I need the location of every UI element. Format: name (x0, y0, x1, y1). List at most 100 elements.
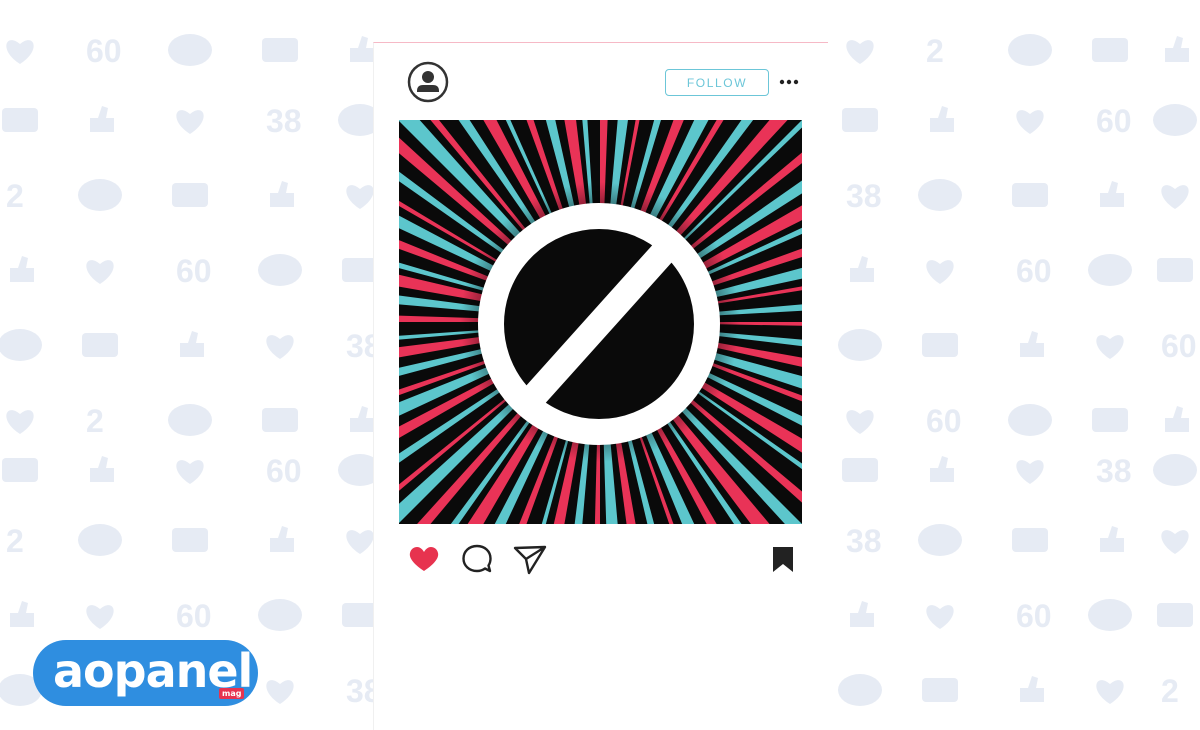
bg-heart-icon (1161, 530, 1189, 554)
bg-comment-icon (258, 254, 302, 286)
bg-thumb-icon (10, 601, 34, 627)
bg-thumb-icon (270, 526, 294, 552)
bg-heart-icon (176, 460, 204, 484)
bg-like-box-icon (1157, 258, 1193, 282)
follow-button[interactable]: FOLLOW (665, 69, 769, 96)
bg-like-box-icon (922, 333, 958, 357)
bg-heart-icon (1161, 185, 1189, 209)
post-header: FOLLOW (374, 43, 828, 121)
bg-heart-icon (346, 530, 374, 554)
bg-comment-icon (1153, 454, 1197, 486)
heart-icon[interactable] (407, 542, 441, 576)
bg-thumb-icon (350, 406, 374, 432)
prohibited-sign-icon (478, 203, 720, 445)
bg-comment-icon (1008, 34, 1052, 66)
bg-count: 60 (1096, 103, 1132, 139)
bg-like-box-icon (1157, 603, 1193, 627)
bg-thumb-icon (1165, 406, 1189, 432)
bg-thumb-icon (1100, 181, 1124, 207)
bg-like-box-icon (262, 408, 298, 432)
bg-heart-icon (846, 410, 874, 434)
bg-comment-icon (918, 524, 962, 556)
bg-comment-icon (1088, 599, 1132, 631)
send-icon[interactable] (512, 542, 547, 576)
bg-thumb-icon (930, 456, 954, 482)
user-avatar-icon[interactable] (407, 61, 449, 103)
bg-like-box-icon (172, 528, 208, 552)
bg-heart-icon (1096, 680, 1124, 704)
bg-like-box-icon (1012, 528, 1048, 552)
bg-like-box-icon (1092, 408, 1128, 432)
action-bar (374, 538, 828, 578)
bg-comment-icon (918, 179, 962, 211)
bg-thumb-icon (350, 36, 374, 62)
bg-thumb-icon (180, 331, 204, 357)
bg-like-box-icon (172, 183, 208, 207)
bg-thumb-icon (850, 601, 874, 627)
bg-like-box-icon (842, 108, 878, 132)
bg-heart-icon (176, 110, 204, 134)
bg-count: 60 (1016, 253, 1052, 289)
bg-thumb-icon (270, 181, 294, 207)
bg-count: 60 (926, 403, 962, 439)
bg-count: 2 (926, 33, 944, 69)
bg-comment-icon (78, 179, 122, 211)
bg-thumb-icon (10, 256, 34, 282)
comment-icon[interactable] (460, 542, 494, 576)
bg-thumb-icon (1165, 36, 1189, 62)
post-image[interactable] (399, 120, 802, 524)
bg-comment-icon (1008, 404, 1052, 436)
bg-count: 38 (846, 523, 882, 559)
bg-comment-icon (1153, 104, 1197, 136)
bg-count: 60 (1016, 598, 1052, 634)
bg-like-box-icon (2, 108, 38, 132)
bg-comment-icon (838, 329, 882, 361)
bg-thumb-icon (90, 456, 114, 482)
bg-heart-icon (1016, 110, 1044, 134)
bg-heart-icon (86, 605, 114, 629)
bg-count: 60 (86, 33, 122, 69)
bg-like-box-icon (1012, 183, 1048, 207)
bg-count: 2 (86, 403, 104, 439)
bg-heart-icon (1016, 460, 1044, 484)
bg-like-box-icon (262, 38, 298, 62)
bg-heart-icon (266, 335, 294, 359)
bg-like-box-icon (922, 678, 958, 702)
bg-count: 38 (1096, 453, 1132, 489)
bg-heart-icon (6, 40, 34, 64)
bg-like-box-icon (1092, 38, 1128, 62)
bg-comment-icon (258, 599, 302, 631)
bg-count: 60 (266, 453, 302, 489)
bg-count: 38 (266, 103, 302, 139)
bg-thumb-icon (850, 256, 874, 282)
bg-thumb-icon (1100, 526, 1124, 552)
bg-comment-icon (1088, 254, 1132, 286)
bg-thumb-icon (930, 106, 954, 132)
bg-thumb-icon (1020, 331, 1044, 357)
more-dots-icon[interactable] (779, 74, 799, 90)
bg-heart-icon (846, 40, 874, 64)
bg-comment-icon (838, 674, 882, 706)
bookmark-icon[interactable] (766, 542, 800, 576)
bg-heart-icon (6, 410, 34, 434)
bg-heart-icon (926, 260, 954, 284)
brand-logo[interactable]: aopanel mag (33, 640, 258, 706)
brand-sub: mag (219, 688, 245, 699)
post-card: FOLLOW (373, 42, 828, 730)
bg-heart-icon (926, 605, 954, 629)
bg-heart-icon (346, 185, 374, 209)
bg-thumb-icon (1020, 676, 1044, 702)
bg-heart-icon (266, 680, 294, 704)
bg-count: 2 (6, 523, 24, 559)
bg-count: 60 (176, 598, 212, 634)
bg-comment-icon (168, 34, 212, 66)
bg-count: 2 (1161, 673, 1179, 709)
bg-count: 38 (846, 178, 882, 214)
bg-count: 2 (6, 178, 24, 214)
bg-count: 60 (176, 253, 212, 289)
bg-like-box-icon (842, 458, 878, 482)
bg-like-box-icon (2, 458, 38, 482)
bg-comment-icon (168, 404, 212, 436)
bg-heart-icon (1096, 335, 1124, 359)
bg-count: 60 (1161, 328, 1197, 364)
